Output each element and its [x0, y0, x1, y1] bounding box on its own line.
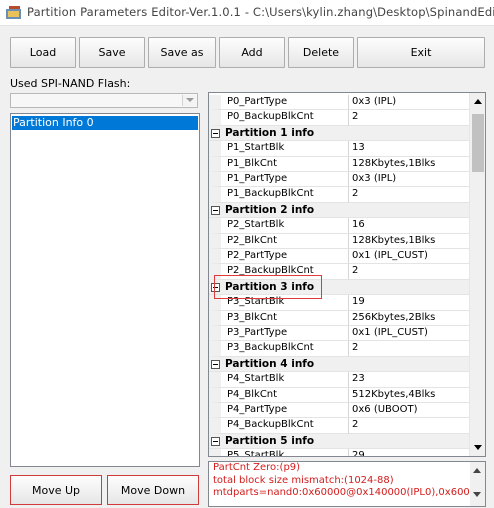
property-name: P2_StartBlk	[209, 218, 349, 234]
property-value[interactable]: 2	[349, 341, 469, 357]
category-label: Partition 4 info	[225, 357, 315, 370]
property-name: P1_PartType	[209, 172, 349, 188]
property-row[interactable]: P1_BlkCnt 128Kbytes,1Blks	[209, 156, 469, 172]
collapse-minus-icon[interactable]	[211, 359, 220, 369]
save-button[interactable]: Save	[79, 37, 145, 68]
property-row[interactable]: P4_PartType 0x6 (UBOOT)	[209, 403, 469, 419]
property-name: P3_PartType	[209, 326, 349, 342]
property-name: P0_BackupBlkCnt	[209, 110, 349, 126]
property-row[interactable]: P1_PartType 0x3 (IPL)	[209, 172, 469, 188]
property-row[interactable]: P2_PartType 0x1 (IPL_CUST)	[209, 249, 469, 265]
property-row[interactable]: P0_PartType 0x3 (IPL)	[209, 95, 469, 111]
editor-app-icon	[6, 6, 21, 19]
collapse-minus-icon[interactable]	[211, 205, 220, 215]
move-down-button[interactable]: Move Down	[107, 475, 199, 505]
log-line: PartCnt Zero:(p9)	[213, 462, 301, 473]
property-value[interactable]: 19	[349, 295, 469, 311]
partition-list[interactable]: Partition Info 0	[10, 113, 200, 467]
category-label: Partition 5 info	[225, 434, 315, 447]
add-button[interactable]: Add	[219, 37, 285, 68]
property-row[interactable]: P2_BlkCnt 128Kbytes,1Blks	[209, 233, 469, 249]
property-name: P3_BackupBlkCnt	[209, 341, 349, 357]
message-log[interactable]: PartCnt Zero:(p9) total block size mismat…	[208, 461, 486, 507]
grid-scrollbar[interactable]	[469, 93, 485, 456]
property-value[interactable]: 2	[349, 110, 469, 126]
delete-button[interactable]: Delete	[288, 37, 354, 68]
scroll-down-arrow-icon[interactable]	[470, 439, 485, 456]
property-name: P4_PartType	[209, 403, 349, 419]
property-value[interactable]: 256Kbytes,2Blks	[349, 311, 469, 326]
property-row[interactable]: P3_PartType 0x1 (IPL_CUST)	[209, 326, 469, 342]
partition-category-row[interactable]: Partition 1 info	[209, 125, 469, 142]
partition-category-row[interactable]: Partition 4 info	[209, 356, 469, 373]
property-value[interactable]: 0x3 (IPL)	[349, 95, 469, 111]
category-label: Partition 3 info	[225, 280, 315, 293]
property-value[interactable]: 16	[349, 218, 469, 234]
log-scrollbar[interactable]	[470, 462, 485, 506]
collapse-minus-icon[interactable]	[211, 436, 220, 446]
window-title: Partition Parameters Editor-Ver.1.0.1 - …	[27, 5, 494, 19]
property-value[interactable]: 0x6 (UBOOT)	[349, 403, 469, 419]
property-name: P3_StartBlk	[209, 295, 349, 311]
collapse-minus-icon[interactable]	[211, 282, 220, 292]
category-label: Partition 1 info	[225, 126, 315, 139]
category-label: Partition 2 info	[225, 203, 315, 216]
property-name: P3_BlkCnt	[209, 310, 349, 326]
property-value[interactable]: 128Kbytes,1Blks	[349, 234, 469, 249]
property-value[interactable]: 512Kbytes,4Blks	[349, 388, 469, 403]
property-grid[interactable]: P0_PartType 0x3 (IPL) P0_BackupBlkCnt 2 Part…	[208, 92, 486, 457]
property-value[interactable]: 2	[349, 418, 469, 434]
property-name: P4_BackupBlkCnt	[209, 418, 349, 434]
move-up-button[interactable]: Move Up	[10, 475, 102, 505]
property-value[interactable]: 0x3 (IPL)	[349, 172, 469, 188]
chevron-down-icon[interactable]	[182, 95, 196, 106]
exit-button[interactable]: Exit	[357, 37, 485, 68]
property-row[interactable]: P1_BackupBlkCnt 2	[209, 187, 469, 203]
property-value[interactable]: 128Kbytes,1Blks	[349, 157, 469, 172]
property-value[interactable]: 2	[349, 264, 469, 280]
property-row[interactable]: P1_StartBlk 13	[209, 141, 469, 157]
partition-category-row[interactable]: Partition 2 info	[209, 202, 469, 219]
property-row[interactable]: P3_BlkCnt 256Kbytes,2Blks	[209, 310, 469, 326]
property-name: P2_BlkCnt	[209, 233, 349, 249]
property-name: P5_StartBlk	[209, 449, 349, 456]
property-row[interactable]: P2_StartBlk 16	[209, 218, 469, 234]
property-row[interactable]: P0_BackupBlkCnt 2	[209, 110, 469, 126]
property-value[interactable]: 23	[349, 372, 469, 388]
scroll-up-arrow-icon[interactable]	[470, 93, 485, 110]
property-row[interactable]: P5_StartBlk 29	[209, 449, 469, 456]
property-name: P2_BackupBlkCnt	[209, 264, 349, 280]
property-row[interactable]: P3_BackupBlkCnt 2	[209, 341, 469, 357]
load-button[interactable]: Load	[10, 37, 76, 68]
property-name: P2_PartType	[209, 249, 349, 265]
property-name: P4_StartBlk	[209, 372, 349, 388]
log-line: total block size mismatch:(1024-88)	[213, 474, 394, 486]
property-value[interactable]: 0x1 (IPL_CUST)	[349, 249, 469, 265]
partition-category-row[interactable]: Partition 5 info	[209, 433, 469, 450]
property-row[interactable]: P4_BlkCnt 512Kbytes,4Blks	[209, 387, 469, 403]
collapse-minus-icon[interactable]	[211, 128, 220, 138]
property-name: P1_BackupBlkCnt	[209, 187, 349, 203]
title-bar: Partition Parameters Editor-Ver.1.0.1 - …	[0, 0, 494, 26]
property-name: P1_StartBlk	[209, 141, 349, 157]
flash-select[interactable]	[10, 93, 198, 108]
property-row[interactable]: P4_BackupBlkCnt 2	[209, 418, 469, 434]
property-row[interactable]: P4_StartBlk 23	[209, 372, 469, 388]
property-name: P1_BlkCnt	[209, 156, 349, 172]
property-value[interactable]: 0x1 (IPL_CUST)	[349, 326, 469, 342]
flash-label: Used SPI-NAND Flash:	[10, 77, 131, 90]
property-name: P4_BlkCnt	[209, 387, 349, 403]
list-item[interactable]: Partition Info 0	[12, 116, 198, 130]
scroll-thumb[interactable]	[472, 114, 484, 172]
save-as-button[interactable]: Save as	[148, 37, 216, 68]
property-name: P0_PartType	[209, 95, 349, 111]
partition-category-row[interactable]: Partition 3 info	[209, 279, 469, 296]
property-row[interactable]: P2_BackupBlkCnt 2	[209, 264, 469, 280]
property-row[interactable]: P3_StartBlk 19	[209, 295, 469, 311]
property-value[interactable]: 29	[349, 449, 469, 456]
property-value[interactable]: 2	[349, 187, 469, 203]
property-value[interactable]: 13	[349, 141, 469, 157]
log-line: mtdparts=nand0:0x60000@0x140000(IPL0),0x…	[213, 487, 486, 498]
